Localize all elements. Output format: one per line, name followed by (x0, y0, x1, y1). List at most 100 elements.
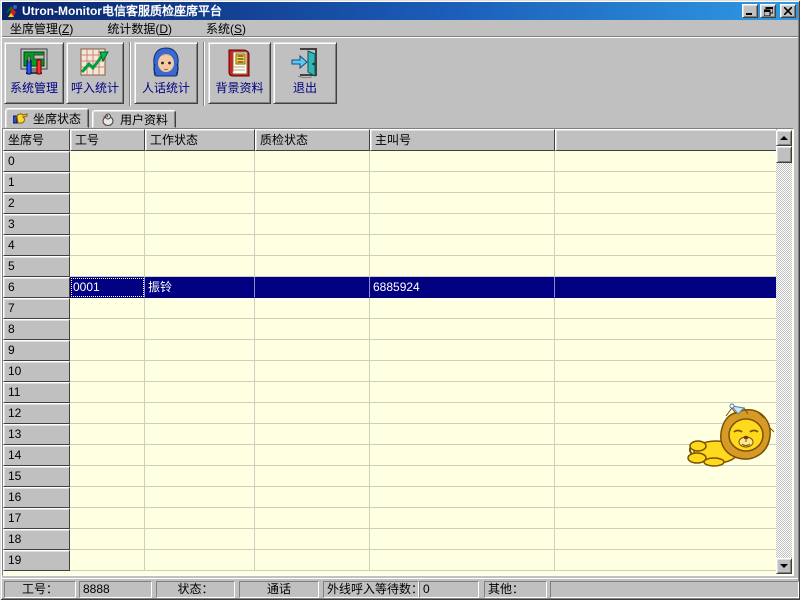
table-row[interactable]: 10 (3, 361, 777, 382)
table-cell-work-status[interactable] (145, 403, 255, 424)
row-number-button[interactable]: 4 (3, 235, 70, 256)
table-cell-agent-id[interactable] (70, 529, 145, 550)
table-cell-work-status[interactable] (145, 319, 255, 340)
column-header-agent-id[interactable]: 工号 (70, 129, 145, 151)
table-cell-qc-status[interactable] (255, 235, 370, 256)
incoming-stats-button[interactable]: 呼入统计 (66, 42, 124, 104)
table-cell-filler[interactable] (555, 277, 777, 298)
table-cell-work-status[interactable] (145, 550, 255, 571)
agent-talk-stats-button[interactable]: 人话统计 (134, 42, 198, 104)
table-cell-agent-id[interactable] (70, 361, 145, 382)
table-cell-caller-id[interactable] (370, 550, 555, 571)
table-row[interactable]: 3 (3, 214, 777, 235)
table-cell-work-status[interactable] (145, 256, 255, 277)
row-number-button[interactable]: 11 (3, 382, 70, 403)
table-cell-agent-id[interactable] (70, 319, 145, 340)
table-cell-agent-id[interactable] (70, 298, 145, 319)
table-cell-caller-id[interactable] (370, 319, 555, 340)
table-cell-caller-id[interactable] (370, 340, 555, 361)
table-cell-agent-id[interactable] (70, 382, 145, 403)
table-cell-agent-id[interactable] (70, 193, 145, 214)
column-header-work-status[interactable]: 工作状态 (145, 129, 255, 151)
table-cell-qc-status[interactable] (255, 466, 370, 487)
table-cell-agent-id[interactable] (70, 151, 145, 172)
table-row[interactable]: 15 (3, 466, 777, 487)
tab-seat-status[interactable]: 坐席状态 (5, 108, 89, 128)
table-cell-filler[interactable] (555, 319, 777, 340)
row-number-button[interactable]: 17 (3, 508, 70, 529)
table-cell-caller-id[interactable] (370, 445, 555, 466)
table-cell-caller-id[interactable] (370, 235, 555, 256)
table-row[interactable]: 11 (3, 382, 777, 403)
exit-button[interactable]: 退出 (273, 42, 337, 104)
table-cell-caller-id[interactable] (370, 361, 555, 382)
table-cell-agent-id[interactable] (70, 214, 145, 235)
table-cell-caller-id[interactable] (370, 529, 555, 550)
table-cell-filler[interactable] (555, 214, 777, 235)
table-cell-agent-id[interactable] (70, 172, 145, 193)
table-cell-filler[interactable] (555, 172, 777, 193)
table-cell-agent-id[interactable] (70, 550, 145, 571)
table-cell-work-status[interactable] (145, 508, 255, 529)
table-cell-qc-status[interactable] (255, 445, 370, 466)
row-number-button[interactable]: 19 (3, 550, 70, 571)
system-manage-button[interactable]: 系统管理 (4, 42, 64, 104)
table-cell-work-status[interactable] (145, 214, 255, 235)
row-number-button[interactable]: 16 (3, 487, 70, 508)
table-cell-agent-id[interactable] (70, 340, 145, 361)
table-cell-work-status[interactable] (145, 487, 255, 508)
table-cell-work-status[interactable] (145, 424, 255, 445)
table-row[interactable]: 14 (3, 445, 777, 466)
table-cell-work-status[interactable] (145, 298, 255, 319)
table-cell-filler[interactable] (555, 298, 777, 319)
table-cell-filler[interactable] (555, 193, 777, 214)
table-cell-caller-id[interactable] (370, 172, 555, 193)
table-row[interactable]: 16 (3, 487, 777, 508)
table-cell-agent-id[interactable] (70, 403, 145, 424)
table-cell-work-status[interactable] (145, 445, 255, 466)
table-cell-qc-status[interactable] (255, 361, 370, 382)
table-cell-agent-id[interactable] (70, 445, 145, 466)
table-cell-filler[interactable] (555, 256, 777, 277)
close-button[interactable] (780, 4, 796, 18)
row-number-button[interactable]: 1 (3, 172, 70, 193)
row-number-button[interactable]: 15 (3, 466, 70, 487)
table-cell-agent-id[interactable]: 0001 (70, 277, 145, 298)
table-cell-caller-id[interactable] (370, 214, 555, 235)
table-row[interactable]: 7 (3, 298, 777, 319)
table-cell-qc-status[interactable] (255, 277, 370, 298)
table-cell-qc-status[interactable] (255, 550, 370, 571)
table-cell-work-status[interactable]: 振铃 (145, 277, 255, 298)
table-cell-agent-id[interactable] (70, 466, 145, 487)
table-cell-work-status[interactable] (145, 361, 255, 382)
scroll-up-button[interactable] (776, 130, 792, 146)
row-number-button[interactable]: 18 (3, 529, 70, 550)
table-cell-qc-status[interactable] (255, 382, 370, 403)
column-header-qc-status[interactable]: 质检状态 (255, 129, 370, 151)
row-number-button[interactable]: 10 (3, 361, 70, 382)
row-number-button[interactable]: 7 (3, 298, 70, 319)
table-cell-qc-status[interactable] (255, 298, 370, 319)
table-cell-caller-id[interactable] (370, 487, 555, 508)
table-row[interactable]: 8 (3, 319, 777, 340)
table-cell-agent-id[interactable] (70, 487, 145, 508)
table-row[interactable]: 19 (3, 550, 777, 571)
table-row[interactable]: 18 (3, 529, 777, 550)
table-cell-work-status[interactable] (145, 382, 255, 403)
table-cell-work-status[interactable] (145, 340, 255, 361)
table-cell-filler[interactable] (555, 382, 777, 403)
table-row[interactable]: 0 (3, 151, 777, 172)
table-cell-qc-status[interactable] (255, 508, 370, 529)
table-cell-filler[interactable] (555, 550, 777, 571)
table-cell-work-status[interactable] (145, 466, 255, 487)
restore-button[interactable] (760, 4, 776, 18)
table-cell-agent-id[interactable] (70, 235, 145, 256)
table-cell-caller-id[interactable] (370, 298, 555, 319)
scrollbar-thumb[interactable] (776, 146, 792, 163)
table-cell-filler[interactable] (555, 487, 777, 508)
table-row[interactable]: 17 (3, 508, 777, 529)
table-row[interactable]: 12 (3, 403, 777, 424)
table-cell-qc-status[interactable] (255, 403, 370, 424)
table-cell-qc-status[interactable] (255, 319, 370, 340)
row-number-button[interactable]: 5 (3, 256, 70, 277)
